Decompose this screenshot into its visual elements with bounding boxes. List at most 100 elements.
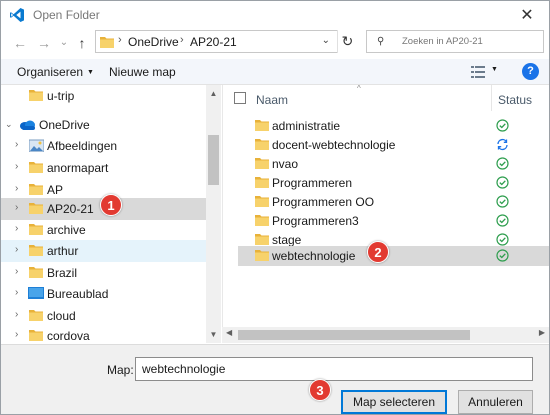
nav-item-label: OneDrive: [39, 118, 90, 132]
folder-icon: [255, 250, 269, 261]
nav-item-onedrive[interactable]: ⌄ OneDrive: [1, 114, 206, 136]
up-arrow-icon[interactable]: ↑: [73, 35, 91, 51]
sort-indicator-icon: ^: [357, 85, 361, 93]
chevron-down-icon[interactable]: ⌄: [322, 35, 330, 46]
chevron-right-icon[interactable]: ›: [15, 202, 18, 213]
folder-icon: [29, 224, 43, 235]
dialog-footer: Map: Map selecteren Annuleren: [1, 344, 549, 414]
chevron-right-icon[interactable]: ›: [15, 223, 18, 234]
file-name: Programmeren: [272, 176, 353, 190]
nav-item-label: anormapart: [47, 161, 109, 175]
chevron-right-icon[interactable]: ›: [15, 139, 18, 150]
nav-item-cordova[interactable]: › cordova: [1, 325, 206, 343]
select-all-checkbox[interactable]: [234, 92, 246, 104]
caret-down-icon: ▼: [87, 69, 94, 76]
nav-item-arthur[interactable]: › arthur: [1, 240, 206, 262]
nav-item-label: u-trip: [47, 89, 75, 103]
nav-item-cloud[interactable]: › cloud: [1, 305, 206, 327]
folder-name-input[interactable]: [135, 357, 533, 381]
file-name: Programmeren3: [272, 214, 359, 228]
folder-icon: [100, 37, 114, 48]
nav-scrollbar[interactable]: ▲ ▼: [206, 85, 221, 343]
file-name: docent-webtechnologie: [272, 138, 396, 152]
new-folder-button[interactable]: Nieuwe map: [109, 65, 176, 79]
chevron-right-icon[interactable]: ›: [180, 34, 184, 46]
desktop-icon: [28, 287, 44, 299]
step-badge-2: 2: [367, 241, 389, 263]
file-row[interactable]: Programmeren3: [238, 211, 549, 230]
refresh-icon[interactable]: ↻: [337, 30, 357, 53]
column-header-status[interactable]: Status: [498, 93, 532, 107]
file-row[interactable]: docent-webtechnologie: [238, 135, 549, 154]
chevron-right-icon[interactable]: ›: [15, 329, 18, 340]
window-title: Open Folder: [33, 8, 100, 22]
nav-item-brazil[interactable]: › Brazil: [1, 262, 206, 284]
chevron-right-icon[interactable]: ›: [15, 183, 18, 194]
scrollbar-thumb[interactable]: [238, 330, 470, 340]
chevron-right-icon[interactable]: ›: [118, 34, 122, 46]
recent-dropdown-icon[interactable]: ⌄: [55, 35, 73, 51]
breadcrumb-ap20-21[interactable]: AP20-21: [190, 35, 237, 49]
cancel-button[interactable]: Annuleren: [458, 390, 533, 414]
nav-item-label: Bureaublad: [47, 287, 109, 301]
nav-item-label: arthur: [47, 244, 79, 258]
organize-menu[interactable]: Organiseren ▼: [17, 65, 94, 79]
file-row[interactable]: Programmeren: [238, 173, 549, 192]
chevron-right-icon[interactable]: ›: [15, 287, 18, 298]
organize-label: Organiseren: [17, 65, 84, 79]
file-row[interactable]: administratie: [238, 116, 549, 135]
nav-item-label: cordova: [47, 329, 90, 343]
view-options-icon[interactable]: [471, 66, 485, 78]
scroll-down-icon[interactable]: ▼: [206, 330, 221, 339]
synced-check-icon: [496, 249, 509, 262]
folder-icon: [29, 330, 43, 341]
folder-icon: [29, 203, 43, 214]
nav-item-archive[interactable]: › archive: [1, 219, 206, 241]
search-input[interactable]: ⚲ Zoeken in AP20-21: [366, 30, 544, 53]
title-bar: Open Folder ✕: [1, 1, 549, 29]
scroll-up-icon[interactable]: ▲: [206, 89, 221, 98]
synced-check-icon: [496, 195, 509, 208]
scroll-left-icon[interactable]: ◀: [226, 328, 232, 337]
nav-item-bureaublad[interactable]: › Bureaublad: [1, 283, 206, 305]
synced-check-icon: [496, 233, 509, 246]
pictures-folder-icon: [29, 139, 44, 152]
folder-icon: [255, 196, 269, 207]
column-header-name[interactable]: Naam: [256, 93, 288, 107]
search-placeholder: Zoeken in AP20-21: [402, 36, 483, 47]
file-list-horizontal-scrollbar[interactable]: ◀ ▶: [222, 327, 549, 343]
file-row[interactable]: Programmeren OO: [238, 192, 549, 211]
nav-item-label: cloud: [47, 309, 76, 323]
nav-item-anormapart[interactable]: › anormapart: [1, 157, 206, 179]
file-name: webtechnologie: [272, 249, 356, 263]
back-arrow-icon[interactable]: ←: [11, 35, 29, 51]
scrollbar-thumb[interactable]: [208, 135, 219, 185]
nav-item-u-trip[interactable]: u-trip: [1, 85, 206, 107]
help-icon[interactable]: ?: [522, 63, 539, 80]
close-icon[interactable]: ✕: [505, 1, 549, 29]
file-row[interactable]: nvao: [238, 154, 549, 173]
step-badge-1: 1: [100, 194, 122, 216]
column-divider[interactable]: [491, 85, 492, 111]
column-header-row: ^ Naam Status: [223, 85, 549, 111]
chevron-right-icon[interactable]: ›: [15, 161, 18, 172]
breadcrumb-onedrive[interactable]: OneDrive: [128, 35, 179, 49]
nav-item-label: AP: [47, 183, 64, 197]
folder-icon: [29, 162, 43, 173]
synced-check-icon: [496, 214, 509, 227]
select-folder-button[interactable]: Map selecteren: [341, 390, 447, 414]
chevron-right-icon[interactable]: ›: [15, 244, 18, 255]
folder-icon: [29, 267, 43, 278]
address-bar[interactable]: › OneDrive › AP20-21 ⌄: [95, 30, 357, 53]
folder-icon: [255, 215, 269, 226]
scroll-right-icon[interactable]: ▶: [539, 328, 545, 337]
chevron-right-icon[interactable]: ›: [15, 309, 18, 320]
caret-down-icon[interactable]: ▼: [491, 66, 498, 73]
file-row[interactable]: webtechnologie: [238, 246, 549, 266]
chevron-right-icon[interactable]: ›: [15, 266, 18, 277]
folder-icon: [255, 177, 269, 188]
folder-name-label: Map:: [107, 363, 134, 377]
chevron-down-icon[interactable]: ⌄: [5, 119, 13, 130]
forward-arrow-icon[interactable]: →: [35, 35, 53, 51]
nav-item-afbeeldingen[interactable]: › Afbeeldingen: [1, 135, 206, 157]
